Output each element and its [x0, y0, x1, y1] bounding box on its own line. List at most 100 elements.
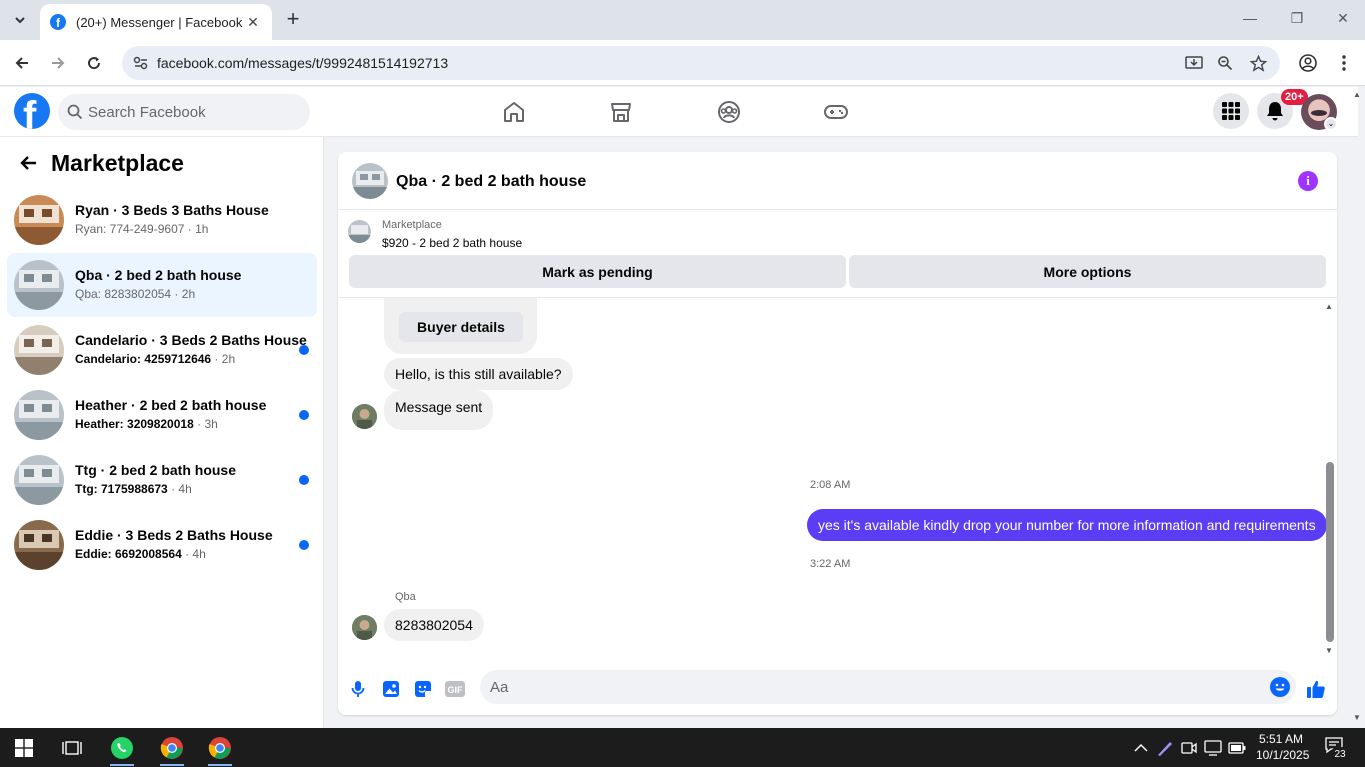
conversation-item[interactable]: Qba · 2 bed 2 bath house Qba: 8283802054 …	[7, 253, 317, 317]
conversation-item[interactable]: Heather · 2 bed 2 bath house Heather: 320…	[7, 383, 317, 447]
unread-dot	[299, 475, 309, 485]
close-tab-icon[interactable]: ✕	[244, 14, 262, 31]
marketplace-icon[interactable]	[607, 98, 635, 126]
pen-app-icon[interactable]	[1153, 736, 1177, 760]
minimize-window-icon[interactable]: —	[1240, 10, 1260, 26]
emoji-icon[interactable]	[1270, 677, 1290, 697]
listing-title[interactable]: $920 - 2 bed 2 bath house	[382, 236, 522, 250]
message-composer: GIF	[338, 660, 1337, 715]
bookmark-star-icon[interactable]	[1248, 53, 1268, 73]
conversation-item[interactable]: Ryan · 3 Beds 3 Baths House Ryan: 774-249…	[7, 188, 317, 252]
conversation-item[interactable]: Eddie · 3 Beds 2 Baths House Eddie: 66920…	[7, 513, 317, 577]
incoming-message: Hello, is this still available?	[384, 358, 573, 390]
system-clock[interactable]: 5:51 AM 10/1/2025	[1256, 731, 1309, 763]
network-icon[interactable]	[1201, 736, 1225, 760]
preview-time: 2h	[221, 352, 236, 366]
page-scroll-up-arrow[interactable]: ▲	[1353, 90, 1361, 99]
active-app-indicator	[110, 764, 134, 766]
conversation-preview: Heather: 3209820018 · 3h	[75, 417, 218, 431]
listing-thumbnail	[14, 390, 64, 440]
incoming-message: Message sent	[384, 390, 494, 430]
conversation-name: Ttg · 2 bed 2 bath house	[75, 462, 237, 478]
conversation-item[interactable]: Ttg · 2 bed 2 bath house Ttg: 7175988673 …	[7, 448, 317, 512]
chat-listing-avatar[interactable]	[352, 163, 388, 199]
battery-icon[interactable]	[1225, 736, 1249, 760]
scroll-down-arrow[interactable]: ▼	[1324, 646, 1334, 655]
account-caret-icon[interactable]: ⌄	[1324, 117, 1338, 131]
task-view-icon[interactable]	[60, 736, 84, 760]
browser-tab-messenger[interactable]: f (20+) Messenger | Facebook ✕	[40, 4, 272, 40]
site-settings-icon[interactable]	[132, 54, 150, 72]
show-hidden-icons-icon[interactable]	[1129, 736, 1153, 760]
menu-grid-button[interactable]	[1213, 93, 1249, 129]
install-app-icon[interactable]	[1184, 53, 1204, 73]
preview-time: 2h	[181, 287, 196, 301]
conversation-item[interactable]: Candelario · 3 Beds 2 Baths House Candela…	[7, 318, 317, 382]
home-icon[interactable]	[500, 98, 528, 126]
info-icon[interactable]: i	[1298, 171, 1318, 191]
close-window-icon[interactable]: ✕	[1333, 10, 1353, 27]
preview-text: Heather: 3209820018	[75, 417, 194, 431]
url-text[interactable]: facebook.com/messages/t/9992481514192713	[157, 55, 448, 71]
preview-text: Candelario: 4259712646	[75, 352, 212, 366]
message-input-wrapper[interactable]	[480, 670, 1296, 704]
facebook-header: f 20+ ⌄	[0, 87, 1358, 137]
photo-icon[interactable]	[380, 678, 402, 700]
windows-start-icon[interactable]	[12, 736, 36, 760]
meet-now-icon[interactable]	[1177, 736, 1201, 760]
chrome-profile-icon[interactable]	[208, 736, 232, 760]
mark-as-pending-button[interactable]: Mark as pending	[349, 255, 846, 288]
chat-title[interactable]: Qba · 2 bed 2 bath house	[396, 173, 586, 191]
page-scroll-down-arrow[interactable]: ▼	[1353, 713, 1361, 722]
listing-thumbnail	[14, 455, 64, 505]
gif-icon[interactable]: GIF	[444, 678, 466, 700]
restore-window-icon[interactable]: ❐	[1287, 10, 1307, 27]
listing-thumbnail	[14, 260, 64, 310]
thread-scrollbar[interactable]: ▲ ▼	[1324, 302, 1334, 656]
preview-text: Qba: 8283802054	[75, 287, 172, 301]
unread-dot	[299, 410, 309, 420]
search-input[interactable]	[88, 94, 298, 130]
back-arrow-button[interactable]	[16, 151, 40, 175]
buyer-details-button[interactable]: Buyer details	[399, 312, 523, 342]
microphone-icon[interactable]	[347, 678, 369, 700]
unread-dot	[299, 540, 309, 550]
message-input[interactable]	[490, 670, 1250, 704]
chrome-icon[interactable]	[160, 736, 184, 760]
address-bar[interactable]: facebook.com/messages/t/9992481514192713	[122, 46, 1280, 80]
clock-time: 5:51 AM	[1258, 732, 1304, 746]
grid-icon	[1222, 102, 1240, 120]
scroll-thumb[interactable]	[1326, 462, 1334, 642]
sender-avatar[interactable]	[352, 615, 377, 640]
separator: ·	[181, 547, 193, 561]
preview-time: 4h	[178, 482, 192, 496]
conversation-name: Eddie · 3 Beds 2 Baths House	[75, 527, 273, 543]
conversation-preview: Candelario: 4259712646 · 2h	[75, 352, 235, 366]
zoom-icon[interactable]	[1215, 53, 1235, 73]
sticker-icon[interactable]	[412, 678, 434, 700]
arrow-left-icon	[20, 156, 36, 170]
facebook-search[interactable]	[58, 94, 310, 130]
groups-icon[interactable]	[715, 98, 743, 126]
facebook-favicon-icon: f	[50, 14, 66, 30]
separator: ·	[171, 287, 182, 301]
thumbs-up-icon[interactable]	[1305, 678, 1327, 700]
scroll-up-arrow[interactable]: ▲	[1324, 302, 1334, 311]
new-tab-button[interactable]: +	[282, 8, 304, 31]
sender-avatar[interactable]	[352, 404, 377, 429]
back-button[interactable]	[10, 51, 34, 75]
gaming-icon[interactable]	[822, 98, 850, 126]
more-options-button[interactable]: More options	[849, 255, 1326, 288]
reload-button[interactable]	[82, 51, 106, 75]
facebook-logo-icon[interactable]: f	[14, 93, 50, 129]
conversation-name: Candelario · 3 Beds 2 Baths House	[75, 332, 307, 348]
whatsapp-icon[interactable]	[110, 736, 134, 760]
chat-panel: Qba · 2 bed 2 bath house i Marketplace $…	[338, 152, 1337, 715]
listing-thumbnail[interactable]	[348, 220, 371, 243]
search-icon	[67, 104, 83, 120]
browser-menu-icon[interactable]	[1332, 51, 1356, 75]
forward-button[interactable]	[46, 51, 70, 75]
profile-icon[interactable]	[1296, 51, 1320, 75]
tab-search-button[interactable]	[8, 8, 32, 32]
message-timestamp: 2:08 AM	[810, 479, 851, 491]
